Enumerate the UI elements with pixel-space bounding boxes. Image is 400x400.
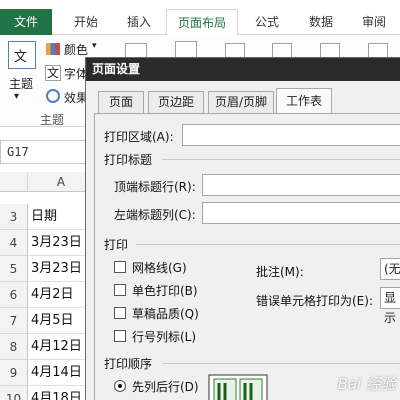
tab-header-footer[interactable]: 页眉/页脚 bbox=[208, 91, 274, 113]
row-header[interactable]: 8 bbox=[0, 334, 28, 360]
comments-select[interactable]: (无 bbox=[380, 258, 400, 280]
page-order-label: 打印顺序 bbox=[104, 357, 153, 371]
black-white-label[interactable]: 单色打印(B) bbox=[132, 282, 198, 299]
tab-insert[interactable]: 插入 bbox=[114, 9, 164, 35]
rows-to-repeat-input[interactable] bbox=[202, 174, 400, 196]
select-all-corner[interactable] bbox=[0, 172, 28, 192]
row-header[interactable]: 6 bbox=[0, 282, 28, 308]
name-box[interactable]: G17 bbox=[0, 140, 95, 164]
row-header[interactable]: 4 bbox=[0, 230, 28, 256]
themes-button-label[interactable]: 主题 bbox=[9, 75, 33, 92]
print-section-label: 打印 bbox=[104, 238, 129, 252]
page-order-preview-icon bbox=[208, 374, 268, 400]
print-titles-divider bbox=[162, 159, 400, 160]
themes-group-label: 主题 bbox=[40, 113, 65, 127]
tab-review[interactable]: 审阅 bbox=[350, 9, 398, 35]
row-col-headings-checkbox[interactable] bbox=[114, 330, 126, 342]
fonts-icon[interactable]: 文 bbox=[45, 65, 61, 81]
tab-page-layout[interactable]: 页面布局 bbox=[166, 9, 238, 36]
effects-icon[interactable] bbox=[46, 89, 60, 103]
draft-quality-label[interactable]: 草稿品质(Q) bbox=[132, 305, 199, 322]
gridlines-label[interactable]: 网格线(G) bbox=[132, 259, 187, 276]
tab-data[interactable]: 数据 bbox=[296, 9, 346, 35]
columns-to-repeat-label: 左端标题列(C): bbox=[114, 208, 196, 222]
print-titles-label: 打印标题 bbox=[104, 153, 153, 167]
tab-file[interactable]: 文件 bbox=[0, 9, 52, 35]
draft-quality-checkbox[interactable] bbox=[114, 307, 126, 319]
dialog-title[interactable]: 页面设置 bbox=[86, 58, 400, 81]
gridlines-checkbox[interactable] bbox=[114, 261, 126, 273]
ribbon-tab-bar: 文件 开始 插入 页面布局 公式 数据 审阅 bbox=[0, 9, 400, 36]
page-order-divider bbox=[162, 363, 400, 364]
themes-icon[interactable]: 文 bbox=[8, 41, 36, 69]
row-col-headings-label[interactable]: 行号列标(L) bbox=[132, 328, 196, 345]
colors-dropdown-arrow-icon[interactable]: ▾ bbox=[92, 41, 97, 51]
comments-label: 批注(M): bbox=[256, 265, 304, 279]
colors-button-label[interactable]: 颜色 bbox=[64, 41, 88, 58]
print-area-label: 打印区域(A): bbox=[104, 130, 174, 144]
colors-icon[interactable] bbox=[46, 43, 60, 55]
tab-home[interactable]: 开始 bbox=[60, 9, 112, 35]
columns-to-repeat-input[interactable] bbox=[202, 202, 400, 224]
tab-formulas[interactable]: 公式 bbox=[242, 9, 292, 35]
row-header[interactable]: 3 bbox=[0, 204, 28, 230]
watermark: Bai 经验 bbox=[337, 375, 396, 393]
print-section-divider bbox=[136, 244, 400, 245]
down-then-over-label[interactable]: 先列后行(D) bbox=[132, 378, 199, 395]
row-header[interactable]: 7 bbox=[0, 308, 28, 334]
row-header[interactable]: 5 bbox=[0, 256, 28, 282]
page-setup-dialog: 页面设置 页面 页边距 页眉/页脚 工作表 打印区域(A): 打印标题 顶端标题… bbox=[85, 57, 400, 400]
tab-margins[interactable]: 页边距 bbox=[148, 91, 204, 113]
print-area-input[interactable] bbox=[182, 124, 400, 146]
down-then-over-radio[interactable] bbox=[114, 380, 126, 392]
themes-icon-glyph: 文 bbox=[14, 50, 28, 65]
tab-sheet[interactable]: 工作表 bbox=[276, 88, 332, 114]
cell-errors-select[interactable]: 显示 bbox=[380, 287, 400, 325]
black-white-checkbox[interactable] bbox=[114, 284, 126, 296]
row-header[interactable]: 10 bbox=[0, 386, 28, 400]
rows-to-repeat-label: 顶端标题行(R): bbox=[114, 180, 196, 194]
row-header[interactable]: 9 bbox=[0, 360, 28, 386]
themes-dropdown-arrow-icon[interactable]: ▾ bbox=[14, 91, 19, 102]
tab-page[interactable]: 页面 bbox=[98, 91, 144, 113]
title-strip bbox=[0, 0, 400, 9]
cell-errors-label: 错误单元格打印为(E): bbox=[256, 294, 373, 308]
